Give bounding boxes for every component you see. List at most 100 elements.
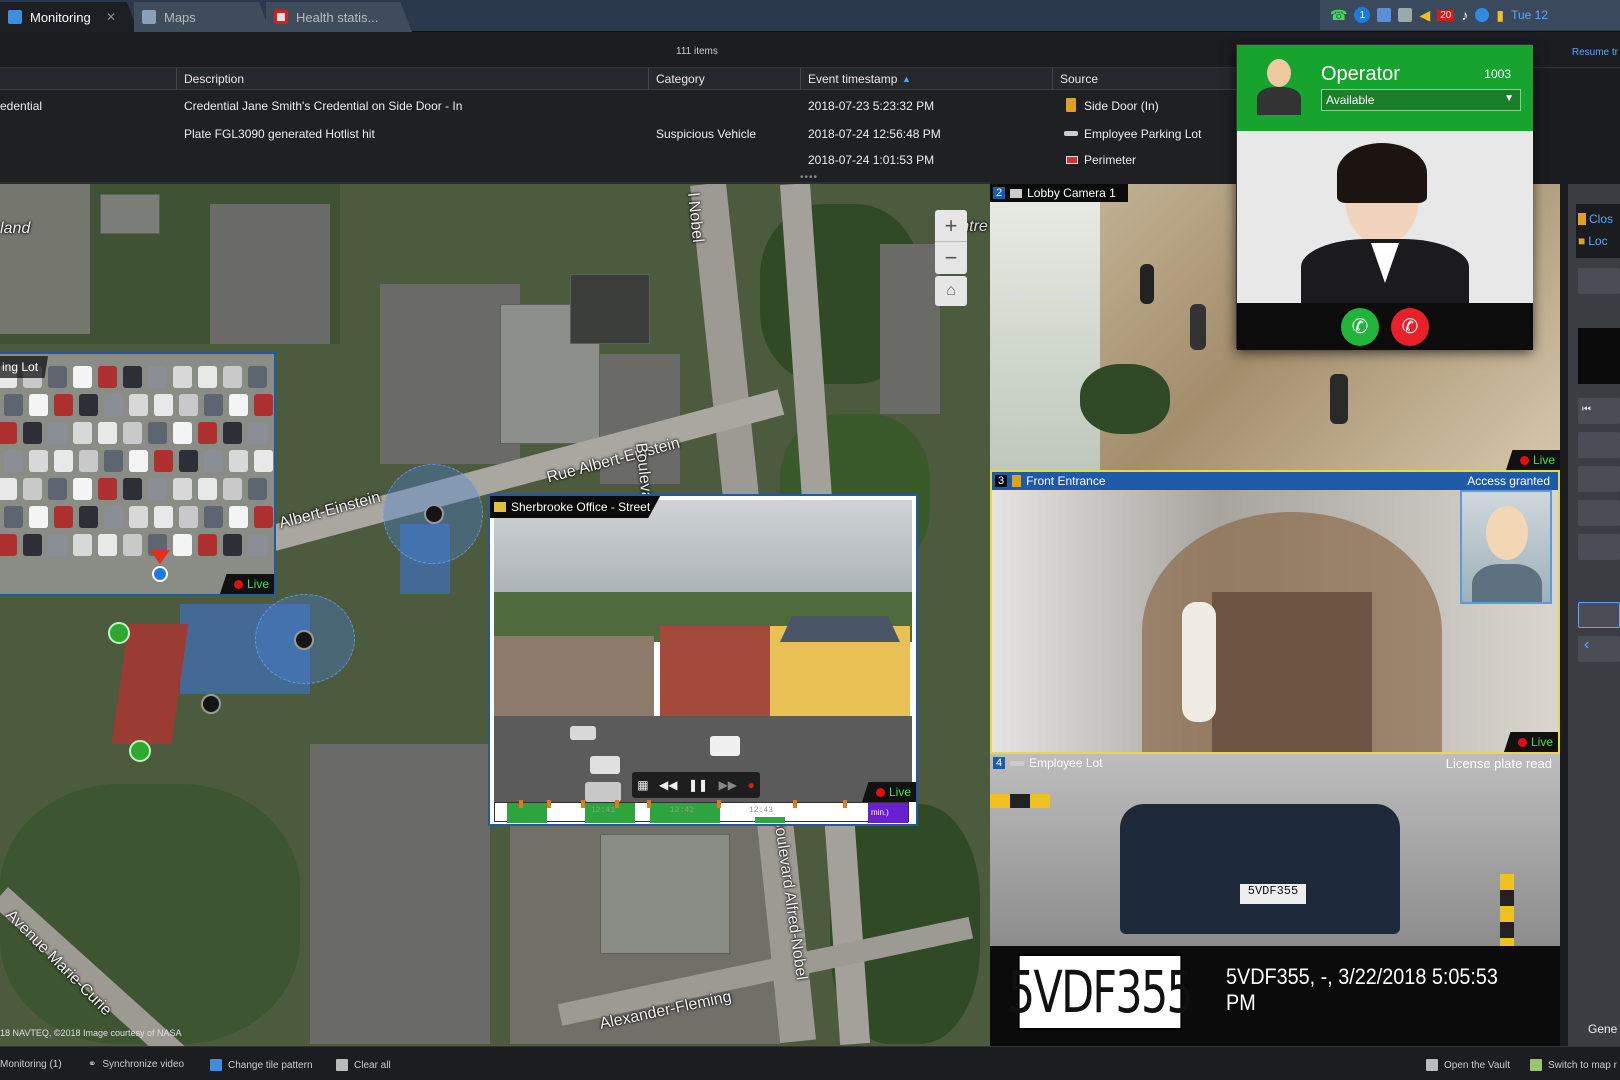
col-description[interactable]: Description: [184, 72, 244, 86]
network-icon[interactable]: [1377, 8, 1392, 22]
tab-maps[interactable]: Maps: [134, 2, 270, 32]
clock-button[interactable]: [1578, 466, 1620, 492]
general-tab[interactable]: Gene: [1588, 1022, 1617, 1036]
live-indicator: Live: [1503, 732, 1558, 752]
alarm-badge[interactable]: 20: [1437, 9, 1455, 21]
camera-tile-front-entrance[interactable]: 3 Front Entrance Access granted Live: [990, 470, 1560, 754]
switch-to-map-button[interactable]: Switch to map r: [1530, 1059, 1617, 1071]
parked-car: [98, 534, 117, 556]
event-timestamp: 2018-07-24 1:01:53 PM: [808, 153, 935, 167]
parked-car: [29, 394, 48, 416]
status-select[interactable]: Available ▼: [1321, 89, 1521, 111]
cardholder-photo: [1460, 490, 1552, 604]
table-row[interactable]: Plate FGL3090 generated Hotlist hit Susp…: [0, 120, 1240, 148]
zoom-in-button[interactable]: +: [935, 210, 967, 242]
camera-marker[interactable]: [294, 630, 314, 650]
door-lock-item[interactable]: ■ Loc: [1578, 234, 1608, 248]
alert-button[interactable]: [1578, 534, 1620, 560]
live-indicator: Live: [861, 782, 916, 802]
parked-car: [104, 506, 123, 528]
lpr-marker-icon[interactable]: [152, 566, 168, 582]
clear-all-button[interactable]: Clear all: [336, 1059, 391, 1071]
event-timestamp: 2018-07-24 12:56:48 PM: [808, 127, 941, 141]
parking-camera-tile[interactable]: ing Lot Live: [0, 352, 276, 596]
table-row[interactable]: edential Credential Jane Smith's Credent…: [0, 92, 1240, 120]
home-button[interactable]: ⌂: [935, 276, 967, 306]
timeline-tick: 12:43: [749, 806, 774, 815]
forward-button[interactable]: ▶▶: [719, 778, 737, 792]
pause-button[interactable]: ❚❚: [688, 778, 708, 792]
notification-badge[interactable]: 1: [1354, 7, 1371, 23]
stats-icon[interactable]: ▮: [1496, 7, 1504, 24]
reject-call-button[interactable]: ✆: [1391, 307, 1429, 346]
unlock-button[interactable]: [1578, 268, 1620, 294]
map-label: land: [0, 220, 31, 237]
synchronize-video-button[interactable]: ⚭ Synchronize video: [88, 1059, 184, 1070]
event-source: Side Door (In): [1084, 99, 1159, 113]
tile-title: Sherbrooke Office - Street: [511, 500, 651, 514]
tab-monitoring[interactable]: Monitoring ✕: [0, 2, 138, 32]
col-timestamp[interactable]: Event timestamp: [808, 72, 897, 86]
parked-car: [148, 422, 167, 444]
globe-icon[interactable]: [1475, 8, 1490, 22]
live-indicator: Live: [1505, 450, 1560, 470]
parked-car: [248, 422, 267, 444]
table-row[interactable]: 2018-07-24 1:01:53 PM Perimeter: [0, 146, 1240, 174]
event-description: Plate FGL3090 generated Hotlist hit: [184, 127, 375, 141]
event-timestamp: 2018-07-23 5:23:32 PM: [808, 99, 935, 113]
door-marker[interactable]: [108, 622, 130, 644]
col-source[interactable]: Source: [1060, 72, 1098, 86]
timeline[interactable]: 12:41 12:42 12:43 min.): [494, 800, 909, 823]
timeline-tick: 12:41: [591, 806, 616, 815]
rewind-button[interactable]: ◀◀: [659, 778, 677, 792]
parked-car: [154, 506, 173, 528]
event-type: edential: [0, 99, 43, 113]
snapshot-icon[interactable]: ▦: [637, 778, 648, 792]
parked-car: [173, 366, 192, 388]
monitoring-count[interactable]: Monitoring (1): [0, 1059, 62, 1070]
accept-call-button[interactable]: ✆: [1341, 307, 1379, 346]
parked-car: [179, 506, 198, 528]
collapse-button[interactable]: ‹: [1578, 636, 1620, 662]
phone-icon[interactable]: ☎: [1330, 7, 1347, 24]
event-source: Employee Parking Lot: [1084, 127, 1202, 141]
camera-tile-employee-lot[interactable]: 5VDF355 4 Employee Lot License plate rea…: [990, 754, 1560, 1046]
street-camera-tile[interactable]: Sherbrooke Office - Street ▦ ◀◀ ❚❚ ▶▶ ● …: [488, 494, 918, 826]
parked-car: [198, 366, 217, 388]
parked-car: [123, 534, 142, 556]
camera-marker[interactable]: [424, 504, 444, 524]
plate-read-text: 5VDF355, -, 3/22/2018 5:05:53 PM: [1226, 964, 1498, 1015]
parked-car: [73, 366, 92, 388]
parked-car: [123, 366, 142, 388]
server-icon[interactable]: [1398, 8, 1413, 22]
timeline-tick: 12:42: [670, 806, 695, 815]
map-view[interactable]: land Rue Albert-Einstein Albert-Einstein…: [0, 184, 990, 1046]
select-button[interactable]: [1578, 500, 1620, 526]
close-icon[interactable]: ✕: [106, 10, 116, 24]
record-button[interactable]: [1578, 432, 1620, 458]
access-caption: Access granted: [1467, 474, 1550, 488]
system-tray: ☎ 1 ◀ 20 ♪ ▮ Tue 12: [1320, 0, 1620, 30]
open-vault-button[interactable]: Open the Vault: [1426, 1059, 1510, 1071]
record-button[interactable]: ●: [748, 778, 755, 792]
parked-car: [254, 506, 273, 528]
zoom-out-button[interactable]: −: [935, 242, 967, 274]
skip-back-button[interactable]: ⏮: [1578, 398, 1620, 424]
operator-avatar: [1255, 57, 1303, 115]
timeline-range[interactable]: min.): [868, 803, 908, 823]
resume-link[interactable]: Resume tr: [1572, 47, 1618, 58]
door-marker[interactable]: [129, 740, 151, 762]
fit-button[interactable]: [1578, 602, 1620, 628]
volume-icon[interactable]: ♪: [1461, 7, 1468, 23]
event-description: Credential Jane Smith's Credential on Si…: [184, 99, 463, 113]
parked-car: [98, 478, 117, 500]
camera-marker[interactable]: [201, 694, 221, 714]
col-category[interactable]: Category: [656, 72, 705, 86]
tile-header: Sherbrooke Office - Street: [490, 496, 661, 518]
tile-header: 4 Employee Lot: [990, 754, 1103, 772]
door-close-item[interactable]: Clos: [1578, 212, 1613, 226]
change-tile-pattern-button[interactable]: Change tile pattern: [210, 1059, 313, 1071]
parked-car: [79, 450, 98, 472]
tab-health[interactable]: Health statis...: [266, 2, 412, 32]
speaker-icon[interactable]: ◀: [1419, 7, 1430, 24]
